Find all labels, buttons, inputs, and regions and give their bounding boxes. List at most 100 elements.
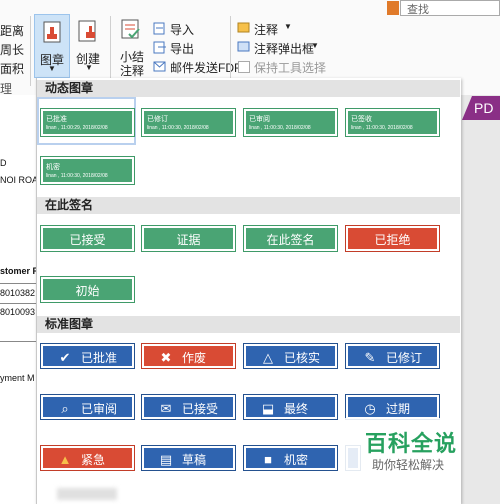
std-stamp-verified[interactable]: △ 已核实	[243, 343, 338, 369]
baike-watermark: 百科全说 助你轻松解决	[345, 418, 460, 478]
warning-icon: ▲	[58, 452, 72, 467]
summarize-label: 小结 注释	[120, 50, 145, 78]
stamp-label: 最终	[284, 402, 309, 416]
dynamic-stamp-received[interactable]: 已签收 linan , 11:00:30, 2018/02/08	[345, 108, 440, 137]
stamp-sub: linan , 11:00:30, 2018/02/08	[249, 125, 311, 131]
stamp-sub: linan , 11:00:30, 2018/02/08	[46, 173, 108, 179]
stamp-sub: linan , 11:00:30, 2018/02/08	[147, 125, 209, 131]
stamp-label: 草稿	[182, 453, 207, 467]
std-stamp-confidential[interactable]: ■ 机密	[243, 445, 338, 471]
table-line	[0, 341, 36, 342]
chevron-down-icon: ▼	[311, 41, 319, 50]
create-stamp-icon	[78, 20, 96, 42]
sign-stamp-sign-here[interactable]: 在此签名	[243, 225, 338, 252]
stamp-label: 已修订	[147, 116, 168, 123]
check-icon: ✔	[59, 350, 71, 365]
separator	[230, 16, 231, 86]
distance-tool[interactable]: 距离	[0, 22, 24, 39]
std-stamp-reviewed[interactable]: ⌕ 已审阅	[40, 394, 135, 420]
std-stamp-revised[interactable]: ✎ 已修订	[345, 343, 440, 369]
dynamic-stamp-reviewed[interactable]: 已审阅 linan , 11:00:30, 2018/02/08	[243, 108, 338, 137]
document-icon: ▤	[159, 452, 173, 467]
warning-triangle-icon: △	[263, 350, 273, 365]
comment-label: 注释	[254, 23, 279, 37]
stamp-label: 已接受	[182, 402, 219, 416]
keep-tool-label: 保持工具选择	[254, 61, 327, 75]
summarize-comments-button[interactable]: 小结 注释	[114, 14, 148, 78]
search-icon	[387, 1, 399, 15]
watermark-subtitle: 助你轻松解决	[372, 458, 445, 472]
stamp-sub: linan , 11:00:30, 2018/02/08	[351, 125, 413, 131]
envelope-icon: ✉	[160, 401, 172, 416]
import-label: 导入	[170, 23, 195, 37]
stamp-label: 作废	[182, 351, 207, 365]
stamp-label: 紧急	[81, 453, 106, 467]
stamp-label: 机密	[46, 164, 60, 171]
separator	[30, 16, 31, 86]
sign-stamp-initial[interactable]: 初始	[40, 276, 135, 303]
stamp-label: 已批准	[81, 351, 118, 365]
pdf-tab[interactable]: PD	[462, 96, 500, 120]
export-label: 导出	[170, 42, 195, 56]
search-input[interactable]: 查找	[387, 0, 500, 16]
separator	[110, 16, 111, 86]
checkbox-icon	[238, 61, 250, 73]
area-tool[interactable]: 面积	[0, 60, 24, 77]
std-stamp-approved[interactable]: ✔ 已批准	[40, 343, 135, 369]
import-icon	[153, 22, 165, 35]
chevron-down-icon: ▼	[284, 22, 292, 31]
stamp-label: 已审阅	[81, 402, 118, 416]
sign-stamp-accepted[interactable]: 已接受	[40, 225, 135, 252]
summarize-icon	[121, 19, 140, 39]
x-icon: ✖	[160, 350, 172, 365]
doc-text: 8010093	[0, 307, 36, 317]
doc-text: stomer P	[0, 266, 36, 276]
email-icon	[153, 61, 166, 72]
stamp-label: 已批准	[46, 116, 67, 123]
stamp-sub: linan , 11:00:29, 2018/02/08	[46, 125, 108, 131]
stamp-label: 已审阅	[249, 116, 270, 123]
stamp-label: 机密	[284, 453, 309, 467]
stamp-label: 已签收	[351, 116, 372, 123]
comment-icon	[237, 22, 250, 33]
std-stamp-accepted[interactable]: ✉ 已接受	[141, 394, 236, 420]
dynamic-stamp-approved[interactable]: 已批准 linan , 11:00:29, 2018/02/08	[40, 108, 135, 137]
sign-here-header: 在此签名	[37, 197, 460, 214]
create-stamp-button[interactable]: 创建 ▼	[70, 14, 106, 76]
dynamic-stamp-revised[interactable]: 已修订 linan , 11:00:30, 2018/02/08	[141, 108, 236, 137]
std-stamp-final[interactable]: ⬓ 最终	[243, 394, 338, 420]
std-stamp-expired[interactable]: ◷ 过期	[345, 394, 440, 420]
std-stamp-urgent[interactable]: ▲ 紧急	[40, 445, 135, 471]
sign-stamp-evidence[interactable]: 证据	[141, 225, 236, 252]
stamp-label: 已核实	[284, 351, 321, 365]
std-stamp-void[interactable]: ✖ 作废	[141, 343, 236, 369]
stamp-button[interactable]: 图章 ▼	[34, 14, 70, 78]
dynamic-stamps-header: 动态图章	[37, 80, 460, 97]
stamp-icon	[43, 21, 61, 43]
doc-text: 8010382	[0, 288, 36, 298]
search-placeholder: 查找	[407, 4, 429, 16]
doc-text: NOI ROA	[0, 175, 36, 185]
perimeter-tool[interactable]: 周长	[0, 41, 24, 58]
lock-icon: ■	[264, 452, 272, 467]
doc-text: D	[0, 158, 7, 168]
sign-stamp-rejected[interactable]: 已拒绝	[345, 225, 440, 252]
comment-popup-icon	[237, 41, 250, 52]
stamp-label: 已修订	[386, 351, 423, 365]
table-line	[0, 283, 36, 284]
right-panel	[460, 95, 500, 504]
tab-corner	[462, 96, 472, 120]
document-page: D NOI ROA stomer P 8010382 8010093 yment…	[0, 95, 36, 504]
pdf-tab-label: PD	[474, 100, 494, 116]
chevron-down-icon: ▼	[85, 63, 93, 72]
export-icon	[153, 41, 166, 54]
standard-stamps-header: 标准图章	[37, 316, 460, 333]
blurred-item	[57, 488, 117, 500]
watermark-title: 百科全说	[365, 431, 458, 456]
dynamic-stamp-confidential[interactable]: 机密 linan , 11:00:30, 2018/02/08	[40, 156, 135, 185]
chevron-down-icon: ▼	[48, 64, 56, 73]
pencil-icon: ✎	[364, 350, 376, 365]
stamp-icon: ⬓	[261, 401, 275, 416]
std-stamp-draft[interactable]: ▤ 草稿	[141, 445, 236, 471]
comment-popup-label: 注释弹出框	[254, 42, 315, 56]
